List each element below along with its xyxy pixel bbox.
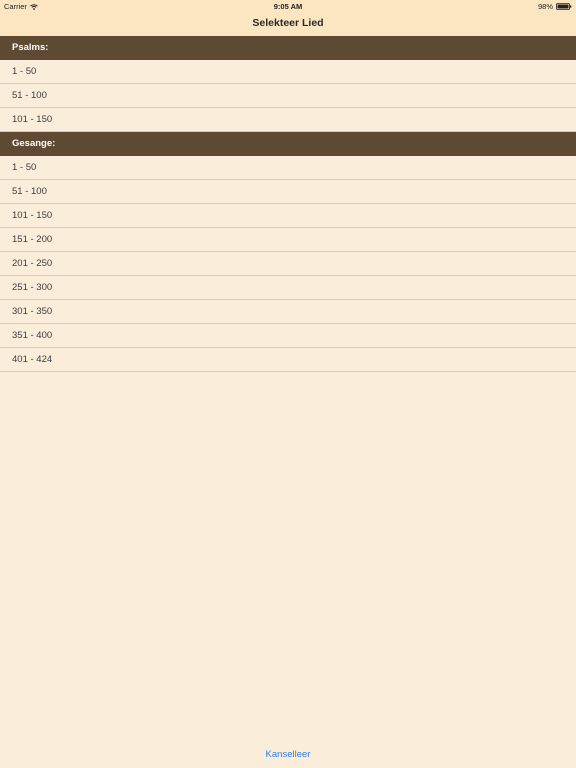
list-item[interactable]: 251 - 300 <box>0 276 576 300</box>
list-item[interactable]: 101 - 150 <box>0 204 576 228</box>
song-range-list: Psalms: 1 - 50 51 - 100 101 - 150 Gesang… <box>0 36 576 372</box>
list-item[interactable]: 301 - 350 <box>0 300 576 324</box>
status-bar: Carrier 9:05 AM 98% <box>0 0 576 12</box>
list-item[interactable]: 101 - 150 <box>0 108 576 132</box>
list-item[interactable]: 401 - 424 <box>0 348 576 372</box>
list-item[interactable]: 351 - 400 <box>0 324 576 348</box>
section-gesange: Gesange: 1 - 50 51 - 100 101 - 150 151 -… <box>0 132 576 372</box>
status-time: 9:05 AM <box>273 2 303 11</box>
list-item[interactable]: 1 - 50 <box>0 156 576 180</box>
battery-percent: 98% <box>537 2 553 11</box>
section-header-psalms: Psalms: <box>0 36 576 60</box>
section-psalms: Psalms: 1 - 50 51 - 100 101 - 150 <box>0 36 576 132</box>
navigation-bar: Selekteer Lied <box>0 12 576 36</box>
list-item[interactable]: 1 - 50 <box>0 60 576 84</box>
list-item[interactable]: 51 - 100 <box>0 180 576 204</box>
battery-icon <box>556 3 572 10</box>
list-item[interactable]: 201 - 250 <box>0 252 576 276</box>
status-right: 98% <box>538 2 572 11</box>
page-title: Selekteer Lied <box>252 17 324 29</box>
list-item[interactable]: 51 - 100 <box>0 84 576 108</box>
cancel-button[interactable]: Kanselleer <box>0 749 576 760</box>
section-header-gesange: Gesange: <box>0 132 576 156</box>
list-item[interactable]: 151 - 200 <box>0 228 576 252</box>
